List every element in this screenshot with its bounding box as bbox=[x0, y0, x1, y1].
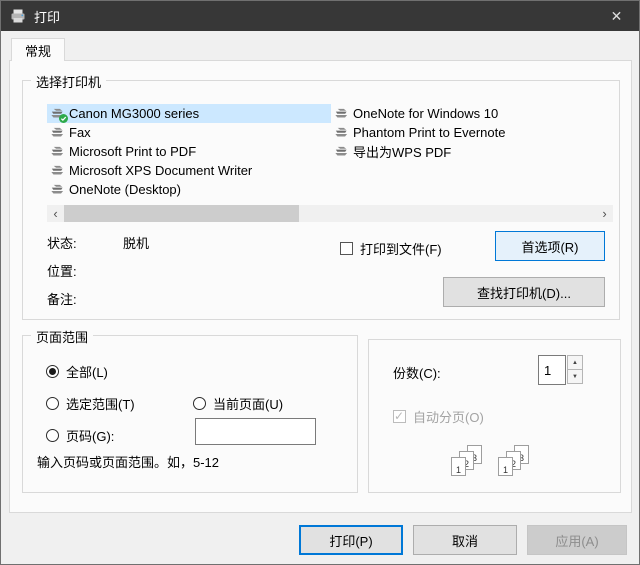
print-to-file-checkbox[interactable] bbox=[340, 242, 353, 255]
print-button[interactable]: 打印(P) bbox=[299, 525, 403, 555]
range-pages-option[interactable]: 页码(G): bbox=[46, 426, 114, 445]
copies-label-row: 份数(C): bbox=[393, 363, 441, 382]
collate-label: 自动分页(O) bbox=[413, 410, 484, 425]
copies-label: 份数(C): bbox=[393, 366, 441, 381]
print-dialog: 打印 ✕ 常规 选择打印机 Canon MG3000 series Fax Micr… bbox=[0, 0, 640, 565]
tab-general-label: 常规 bbox=[24, 43, 51, 59]
printer-column-right: OneNote for Windows 10 Phantom Print to E… bbox=[331, 104, 613, 199]
printer-icon bbox=[49, 163, 66, 178]
select-printer-group-title: 选择打印机 bbox=[31, 72, 107, 91]
range-all-radio[interactable] bbox=[46, 365, 59, 378]
tab-page: 选择打印机 Canon MG3000 series Fax Microsoft Pr… bbox=[9, 60, 632, 513]
printer-item[interactable]: 导出为WPS PDF bbox=[331, 142, 613, 161]
window-title: 打印 bbox=[34, 9, 61, 25]
printer-list: Canon MG3000 series Fax Microsoft Print to… bbox=[47, 104, 613, 199]
printer-name: 导出为WPS PDF bbox=[353, 145, 452, 160]
scrollbar-track[interactable] bbox=[64, 205, 596, 222]
printer-name: Canon MG3000 series bbox=[69, 106, 200, 121]
status-label: 状态: bbox=[47, 236, 77, 251]
apply-button: 应用(A) bbox=[527, 525, 627, 555]
collate-stack: 3 2 1 bbox=[451, 445, 491, 481]
copies-spinner: 1 ▲ ▼ bbox=[538, 355, 583, 385]
copies-count[interactable]: 1 bbox=[538, 355, 566, 385]
range-selection-label: 选定范围(T) bbox=[66, 397, 135, 412]
range-all-option[interactable]: 全部(L) bbox=[46, 362, 108, 381]
print-to-file-option[interactable]: 打印到文件(F) bbox=[340, 239, 442, 258]
printer-item[interactable]: Fax bbox=[47, 123, 331, 142]
spinner-up-icon[interactable]: ▲ bbox=[567, 355, 583, 370]
printer-icon bbox=[49, 144, 66, 159]
location-label: 位置: bbox=[47, 264, 77, 279]
printer-icon bbox=[49, 106, 68, 123]
titlebar: 打印 ✕ bbox=[1, 1, 639, 31]
printer-name: Fax bbox=[69, 125, 91, 140]
page-range-group-title: 页面范围 bbox=[31, 327, 94, 346]
printer-name: OneNote for Windows 10 bbox=[353, 106, 499, 121]
comment-label: 备注: bbox=[47, 292, 77, 307]
printer-name: Microsoft Print to PDF bbox=[69, 144, 197, 159]
collate-checkbox bbox=[393, 409, 406, 423]
range-selection-option[interactable]: 选定范围(T) bbox=[46, 394, 135, 413]
preferences-button[interactable]: 首选项(R) bbox=[495, 231, 605, 261]
find-printer-button[interactable]: 查找打印机(D)... bbox=[443, 277, 605, 307]
pages-input[interactable] bbox=[195, 418, 316, 445]
scroll-right-icon[interactable]: › bbox=[596, 205, 613, 222]
printer-item[interactable]: Canon MG3000 series bbox=[47, 104, 331, 123]
location-row: 位置: bbox=[47, 261, 77, 280]
printer-item[interactable]: Microsoft XPS Document Writer bbox=[47, 161, 331, 180]
range-selection-radio[interactable] bbox=[46, 397, 59, 410]
tab-general[interactable]: 常规 bbox=[11, 38, 65, 61]
printer-icon bbox=[333, 106, 350, 121]
print-to-file-label: 打印到文件(F) bbox=[360, 242, 442, 257]
copies-group: 份数(C): 1 ▲ ▼ 自动分页(O) 3 2 1 3 bbox=[368, 339, 621, 493]
spinner-down-icon[interactable]: ▼ bbox=[567, 369, 583, 384]
range-current-option[interactable]: 当前页面(U) bbox=[193, 394, 283, 413]
cancel-button[interactable]: 取消 bbox=[413, 525, 517, 555]
printer-name: Microsoft XPS Document Writer bbox=[69, 163, 253, 178]
status-row: 状态: 脱机 bbox=[47, 233, 149, 252]
default-printer-check-icon bbox=[59, 114, 68, 123]
printer-item[interactable]: OneNote (Desktop) bbox=[47, 180, 331, 199]
printer-icon bbox=[333, 144, 350, 159]
collate-option: 自动分页(O) bbox=[393, 407, 484, 426]
scroll-left-icon[interactable]: ‹ bbox=[47, 205, 64, 222]
range-current-label: 当前页面(U) bbox=[213, 397, 284, 412]
printer-list-hscrollbar[interactable]: ‹ › bbox=[47, 205, 613, 222]
page-range-group: 页面范围 全部(L) 选定范围(T) 当前页面(U) 页码(G): 输入页码或页… bbox=[22, 327, 358, 493]
printer-item[interactable]: Phantom Print to Evernote bbox=[331, 123, 613, 142]
collate-stack: 3 2 1 bbox=[498, 445, 538, 481]
page-range-hint: 输入页码或页面范围。如，5-12 bbox=[37, 455, 220, 470]
scrollbar-thumb[interactable] bbox=[64, 205, 299, 222]
printer-name: OneNote (Desktop) bbox=[69, 182, 181, 197]
collate-icon: 3 2 1 3 2 1 bbox=[451, 445, 538, 481]
printer-column-left: Canon MG3000 series Fax Microsoft Print to… bbox=[47, 104, 331, 199]
printer-item[interactable]: Microsoft Print to PDF bbox=[47, 142, 331, 161]
close-button[interactable]: ✕ bbox=[594, 1, 639, 31]
printer-item[interactable]: OneNote for Windows 10 bbox=[331, 104, 613, 123]
status-value: 脱机 bbox=[123, 236, 150, 251]
range-pages-label: 页码(G): bbox=[66, 429, 115, 444]
select-printer-group: 选择打印机 Canon MG3000 series Fax Microsoft Pr… bbox=[22, 72, 620, 320]
printer-name: Phantom Print to Evernote bbox=[353, 125, 506, 140]
printer-icon bbox=[49, 182, 66, 197]
range-pages-radio[interactable] bbox=[46, 429, 59, 442]
printer-icon bbox=[49, 125, 66, 140]
range-all-label: 全部(L) bbox=[66, 365, 108, 380]
printer-title-icon bbox=[10, 8, 26, 24]
comment-row: 备注: bbox=[47, 289, 77, 308]
range-current-radio[interactable] bbox=[193, 397, 206, 410]
printer-icon bbox=[333, 125, 350, 140]
